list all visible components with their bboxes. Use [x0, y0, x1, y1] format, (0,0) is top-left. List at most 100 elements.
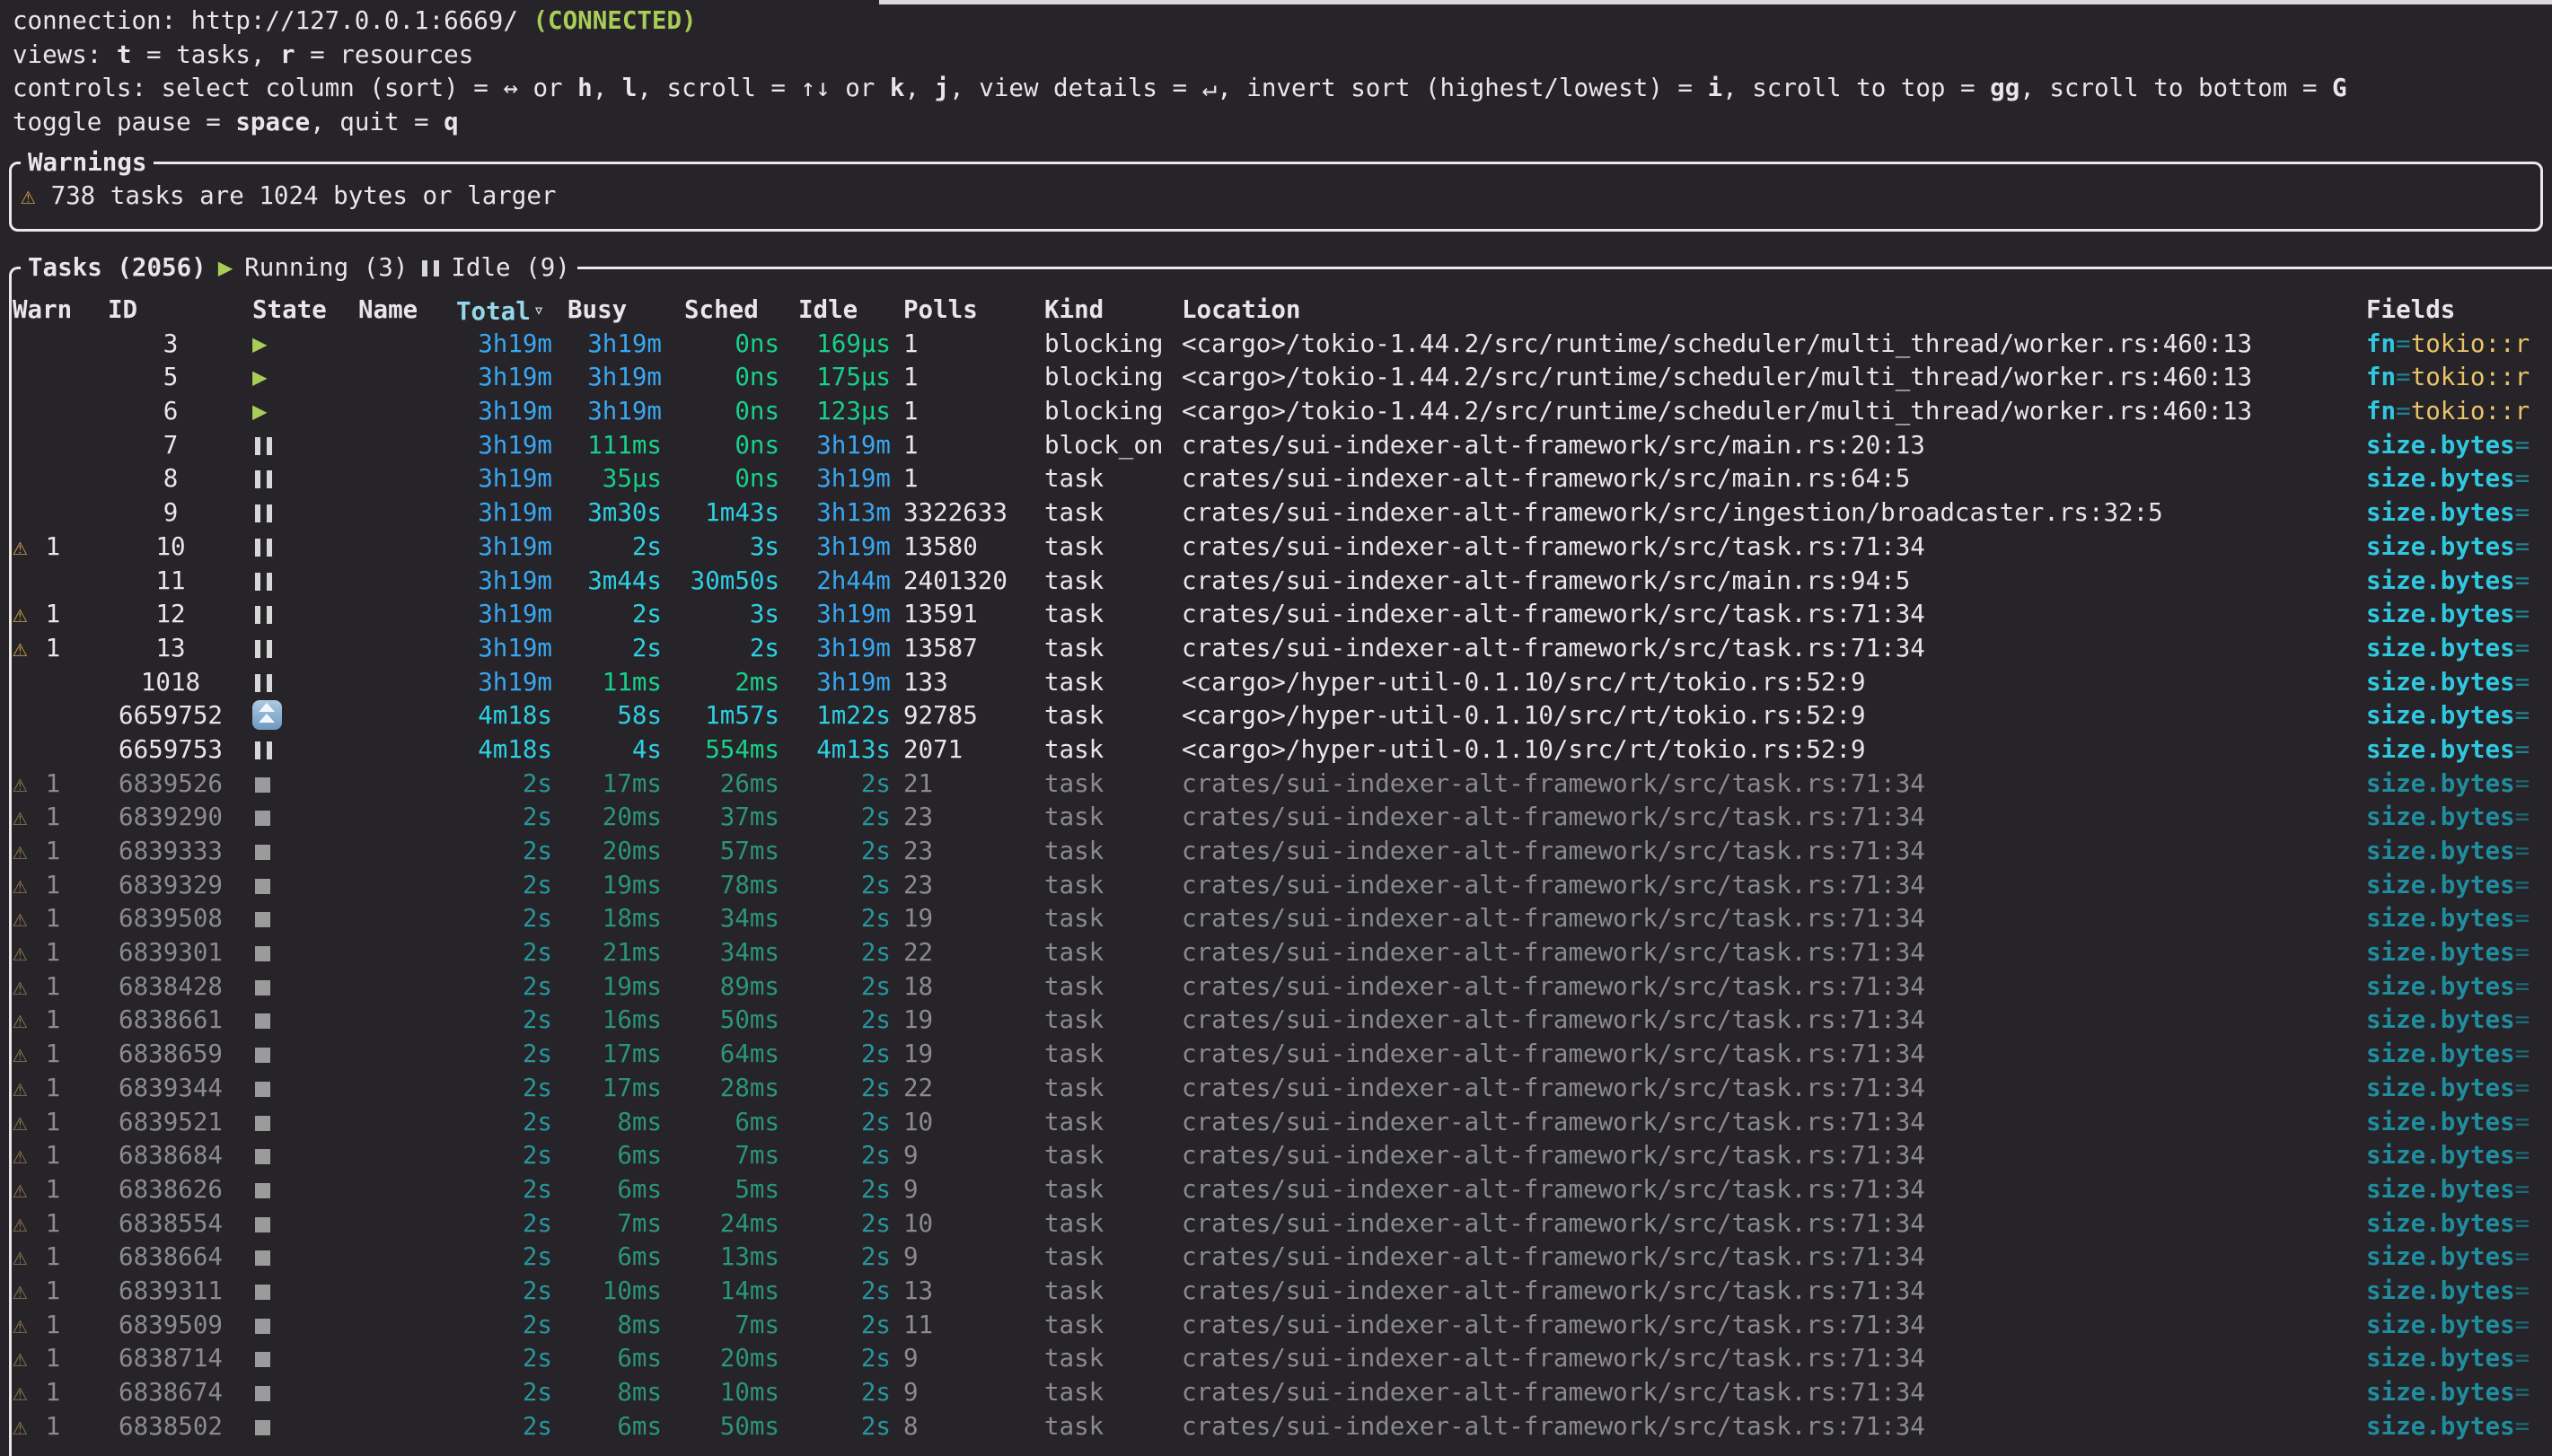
cell-total: 2s	[456, 767, 552, 802]
cell-idle: 2h44m	[798, 565, 891, 599]
warn-count: 1	[46, 803, 61, 831]
cell-location: crates/sui-indexer-alt-framework/src/tas…	[1182, 1241, 2358, 1275]
field-key: size.bytes	[2366, 972, 2515, 1001]
task-row[interactable]: ⚠168385542s7ms24ms2s10taskcrates/sui-ind…	[12, 1207, 2552, 1241]
task-row[interactable]: ⚠168384282s19ms89ms2s18taskcrates/sui-in…	[12, 970, 2552, 1004]
cell-busy: 19ms	[568, 970, 662, 1004]
cell-warn: ⚠1	[13, 936, 102, 970]
column-header-id[interactable]: ID	[108, 294, 233, 328]
task-row[interactable]: ⚠168386612s16ms50ms2s19taskcrates/sui-in…	[12, 1004, 2552, 1038]
field-key: size.bytes	[2366, 1276, 2515, 1305]
warning-icon: ⚠	[13, 1311, 28, 1339]
cell-sched: 0ns	[684, 328, 779, 362]
column-header-loc[interactable]: Location	[1182, 294, 2358, 328]
cell-idle: 2s	[798, 1376, 891, 1410]
cell-state	[252, 1376, 351, 1410]
warn-count: 1	[46, 1311, 61, 1339]
field-key: size.bytes	[2366, 498, 2515, 527]
task-row[interactable]: ⚠168393112s10ms14ms2s13taskcrates/sui-in…	[12, 1275, 2552, 1309]
warning-icon: ⚠	[13, 1242, 28, 1271]
cell-kind: task	[1044, 1072, 1175, 1106]
column-header-state[interactable]: State	[252, 294, 351, 328]
column-header-polls[interactable]: Polls	[903, 294, 1034, 328]
task-row[interactable]: 66597534m18s4s554ms4m13s2071task<cargo>/…	[12, 733, 2552, 767]
task-row[interactable]: 3▶3h19m3h19m0ns169µs1blocking<cargo>/tok…	[12, 328, 2552, 362]
completed-icon	[255, 980, 270, 996]
task-row[interactable]: 10183h19m11ms2ms3h19m133task<cargo>/hype…	[12, 666, 2552, 700]
column-header-warn[interactable]: Warn	[13, 294, 102, 328]
duration-value: 4m13s	[816, 735, 891, 764]
paused-icon	[255, 504, 272, 522]
column-header-name[interactable]: Name	[358, 294, 444, 328]
field-key: size.bytes	[2366, 1074, 2515, 1102]
column-header-total[interactable]: Total▿	[456, 294, 552, 328]
task-row[interactable]: ⚠168393442s17ms28ms2s22taskcrates/sui-in…	[12, 1072, 2552, 1106]
cell-polls: 1	[903, 429, 1034, 463]
task-row[interactable]: ⚠168395262s17ms26ms2s21taskcrates/sui-in…	[12, 767, 2552, 802]
task-row[interactable]: ⚠1103h19m2s3s3h19m13580taskcrates/sui-in…	[12, 531, 2552, 565]
cell-kind: blocking	[1044, 395, 1175, 429]
duration-value: 2s	[523, 1412, 552, 1441]
duration-value: 10ms	[603, 1276, 662, 1305]
task-row[interactable]: 73h19m111ms0ns3h19m1block_oncrates/sui-i…	[12, 429, 2552, 463]
task-row[interactable]: ⚠168392902s20ms37ms2s23taskcrates/sui-in…	[12, 801, 2552, 835]
task-row[interactable]: ⚠168386592s17ms64ms2s19taskcrates/sui-in…	[12, 1038, 2552, 1072]
task-row[interactable]: ⚠168393292s19ms78ms2s23taskcrates/sui-in…	[12, 869, 2552, 903]
task-row[interactable]: ⚠168387142s6ms20ms2s9taskcrates/sui-inde…	[12, 1342, 2552, 1376]
cell-warn: ⚠1	[13, 1072, 102, 1106]
task-row[interactable]: ⚠1133h19m2s2s3h19m13587taskcrates/sui-in…	[12, 632, 2552, 666]
task-row[interactable]: 6▶3h19m3h19m0ns123µs1blocking<cargo>/tok…	[12, 395, 2552, 429]
cell-polls: 9	[903, 1139, 1034, 1173]
task-row[interactable]: ⚠168386742s8ms10ms2s9taskcrates/sui-inde…	[12, 1376, 2552, 1410]
cell-idle: 175µs	[798, 361, 891, 395]
duration-value: 3h19m	[478, 634, 552, 662]
cell-sched: 30m50s	[684, 565, 779, 599]
duration-value: 2s	[861, 938, 891, 967]
help-line: toggle pause = space, quit = q	[13, 106, 2552, 140]
task-row[interactable]: ⚠168395212s8ms6ms2s10taskcrates/sui-inde…	[12, 1106, 2552, 1140]
cell-idle: 2s	[798, 1072, 891, 1106]
task-row[interactable]: ⚠168385022s6ms50ms2s8taskcrates/sui-inde…	[12, 1410, 2552, 1444]
field-equals: =	[2515, 1412, 2530, 1441]
duration-value: 6ms	[735, 1108, 779, 1136]
cell-total: 2s	[456, 1106, 552, 1140]
cell-sched: 0ns	[684, 395, 779, 429]
help-text: ↵	[1202, 74, 1218, 102]
cell-sched: 0ns	[684, 462, 779, 496]
completed-icon	[255, 811, 270, 826]
column-header-sched[interactable]: Sched	[684, 294, 779, 328]
task-row[interactable]: ⚠1123h19m2s3s3h19m13591taskcrates/sui-in…	[12, 598, 2552, 632]
task-row[interactable]: 83h19m35µs0ns3h19m1taskcrates/sui-indexe…	[12, 462, 2552, 496]
column-header-fields[interactable]: Fields	[2366, 294, 2552, 328]
task-row[interactable]: ⚠168393012s21ms34ms2s22taskcrates/sui-in…	[12, 936, 2552, 970]
field-equals: =	[2515, 1141, 2530, 1170]
completed-icon	[255, 1183, 270, 1198]
column-header-idle[interactable]: Idle	[798, 294, 891, 328]
cell-sched: 26ms	[684, 767, 779, 802]
task-row[interactable]: ⚠168386842s6ms7ms2s9taskcrates/sui-index…	[12, 1139, 2552, 1173]
cell-warn: ⚠1	[13, 767, 102, 802]
duration-value: 11ms	[603, 668, 662, 697]
duration-value: 2s	[861, 1141, 891, 1170]
cell-warn: ⚠1	[13, 632, 102, 666]
column-header-busy[interactable]: Busy	[568, 294, 662, 328]
column-header-kind[interactable]: Kind	[1044, 294, 1175, 328]
cell-total: 2s	[456, 902, 552, 936]
task-row[interactable]: ⚠168395092s8ms7ms2s11taskcrates/sui-inde…	[12, 1309, 2552, 1343]
cell-busy: 6ms	[568, 1410, 662, 1444]
task-row[interactable]: ⚠168395082s18ms34ms2s19taskcrates/sui-in…	[12, 902, 2552, 936]
task-row[interactable]: ⚠168386642s6ms13ms2s9taskcrates/sui-inde…	[12, 1241, 2552, 1275]
warn-count: 1	[46, 837, 61, 865]
task-row[interactable]: ⚠168386262s6ms5ms2s9taskcrates/sui-index…	[12, 1173, 2552, 1207]
help-text: views:	[13, 40, 117, 69]
cell-warn	[13, 733, 102, 767]
cell-warn: ⚠1	[13, 1410, 102, 1444]
cell-kind: task	[1044, 1207, 1175, 1241]
cell-location: <cargo>/hyper-util-0.1.10/src/rt/tokio.r…	[1182, 699, 2358, 733]
task-row[interactable]: ⚠168393332s20ms57ms2s23taskcrates/sui-in…	[12, 835, 2552, 869]
task-row[interactable]: 5▶3h19m3h19m0ns175µs1blocking<cargo>/tok…	[12, 361, 2552, 395]
task-row[interactable]: 66597524m18s58s1m57s1m22s92785task<cargo…	[12, 699, 2552, 733]
cell-warn: ⚠1	[13, 1309, 102, 1343]
task-row[interactable]: 113h19m3m44s30m50s2h44m2401320taskcrates…	[12, 565, 2552, 599]
task-row[interactable]: 93h19m3m30s1m43s3h13m3322633taskcrates/s…	[12, 496, 2552, 531]
